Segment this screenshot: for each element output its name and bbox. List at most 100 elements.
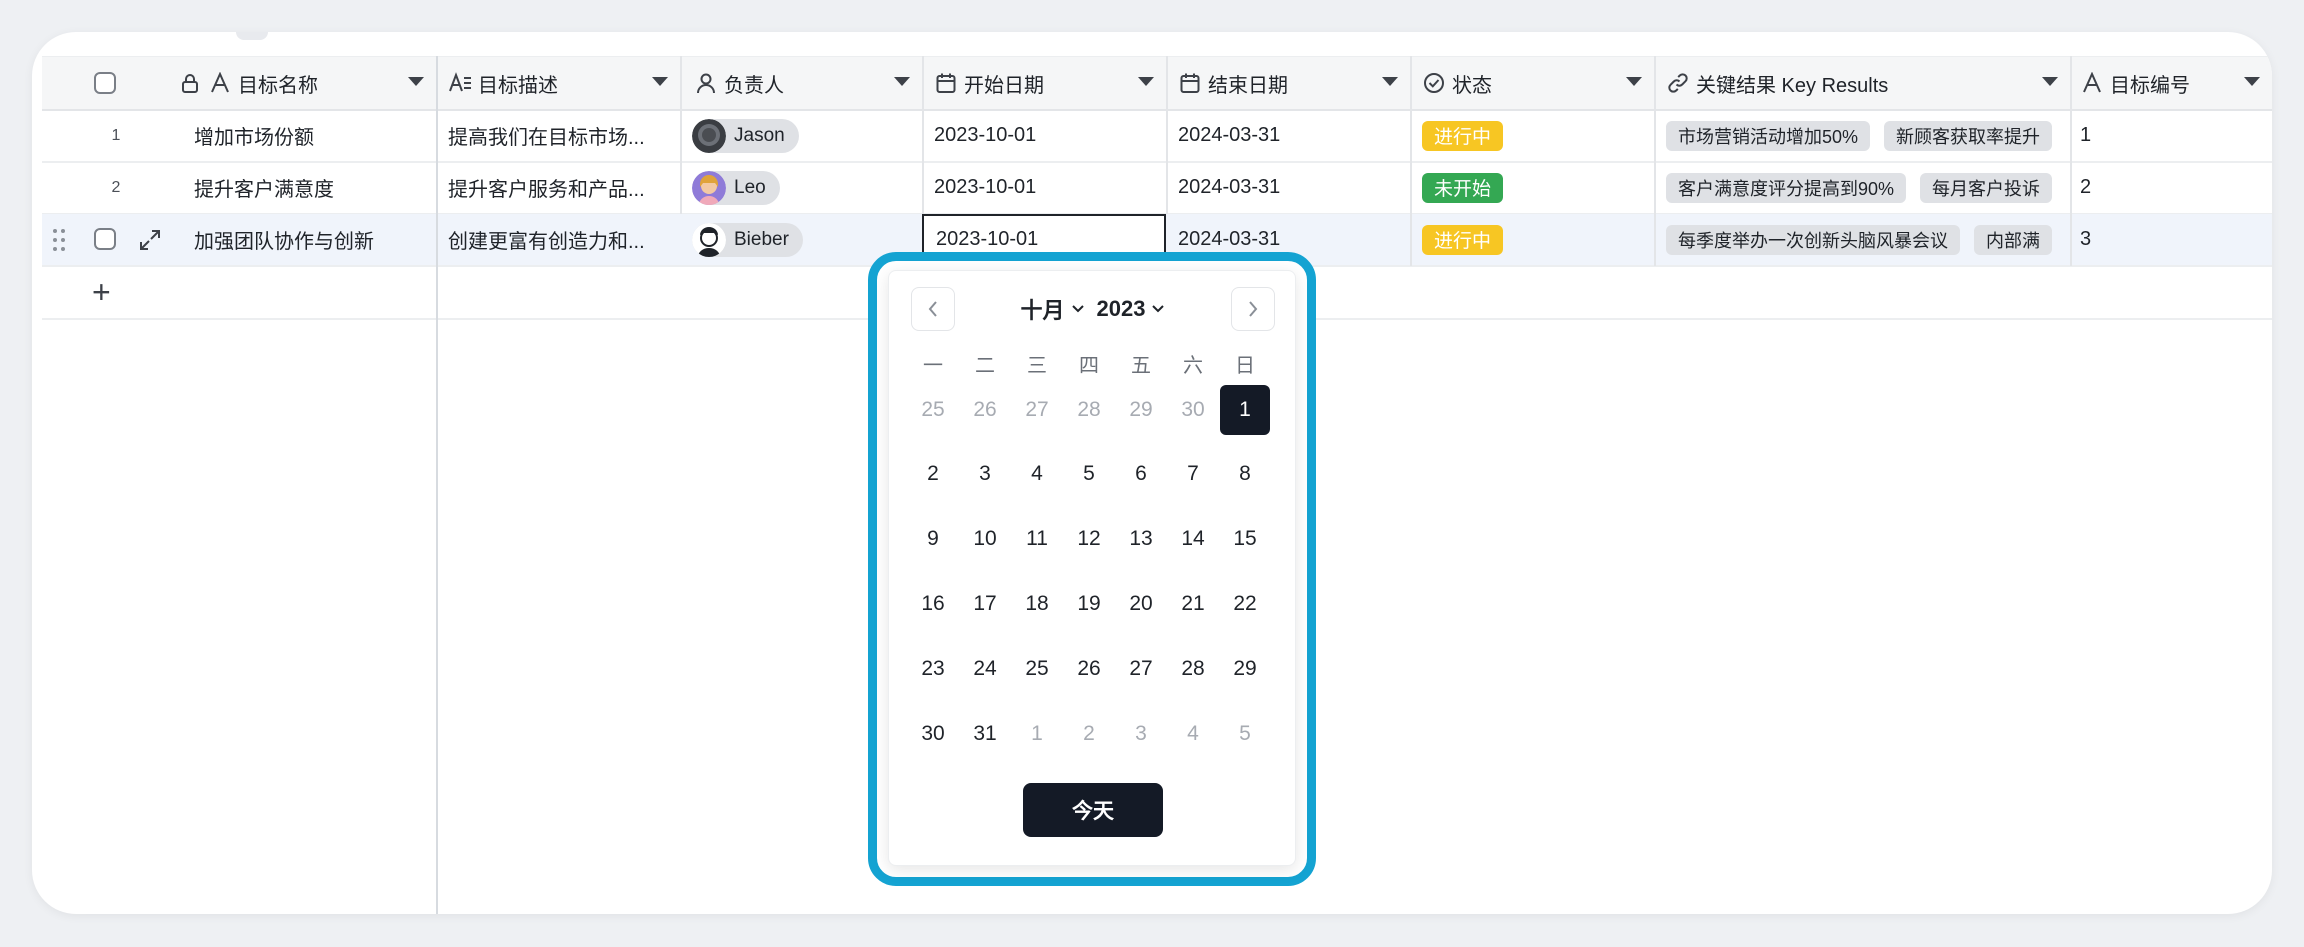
calendar-day[interactable]: 17 (960, 579, 1010, 629)
cell-name[interactable]: 加强团队协作与创新 (178, 214, 436, 265)
calendar-day[interactable]: 6 (1116, 449, 1166, 499)
calendar-day[interactable]: 2 (1064, 709, 1114, 759)
cell-code[interactable]: 1 (2070, 110, 2272, 161)
table-card: 目标名称 目标描述 负责人 开始日期 结束日期 状态 关键结果 Key Resu… (32, 32, 2272, 914)
calendar-day[interactable]: 4 (1012, 449, 1062, 499)
cell-status[interactable]: 未开始 (1410, 162, 1654, 213)
calendar-day[interactable]: 1 (1220, 385, 1270, 435)
calendar-day[interactable]: 5 (1064, 449, 1114, 499)
chevron-down-icon (1152, 305, 1165, 313)
cell-desc[interactable]: 提高我们在目标市场... (436, 110, 680, 161)
calendar-day[interactable]: 29 (1116, 385, 1166, 435)
column-menu-caret[interactable] (2042, 77, 2058, 86)
calendar-day[interactable]: 23 (908, 644, 958, 694)
row-checkbox[interactable] (94, 228, 116, 250)
calendar-day[interactable]: 21 (1168, 579, 1218, 629)
column-header-status[interactable]: 状态 (1410, 57, 1654, 109)
calendar-day[interactable]: 3 (960, 449, 1010, 499)
column-menu-caret[interactable] (894, 77, 910, 86)
calendar-day[interactable]: 20 (1116, 579, 1166, 629)
cell-end-date[interactable]: 2024-03-31 (1166, 110, 1410, 161)
calendar-day[interactable]: 8 (1220, 449, 1270, 499)
calendar-day[interactable]: 27 (1012, 385, 1062, 435)
cell-start-date[interactable]: 2023-10-01 (922, 110, 1166, 161)
person-icon (694, 71, 718, 95)
calendar-day[interactable]: 29 (1220, 644, 1270, 694)
calendar-day[interactable]: 22 (1220, 579, 1270, 629)
calendar-day[interactable]: 13 (1116, 514, 1166, 564)
table-row[interactable]: 1 增加市场份额 提高我们在目标市场... Jason 2023-10-01 2… (42, 110, 2272, 163)
column-menu-caret[interactable] (1138, 77, 1154, 86)
year-select[interactable]: 2023 (1097, 296, 1166, 322)
column-header-end[interactable]: 结束日期 (1166, 57, 1410, 109)
drag-handle-icon[interactable] (52, 228, 66, 258)
cell-owner[interactable]: Leo (680, 162, 922, 213)
link-icon (1666, 71, 1690, 95)
calendar-day[interactable]: 30 (1168, 385, 1218, 435)
cell-desc[interactable]: 创建更富有创造力和... (436, 214, 680, 265)
calendar-day[interactable]: 25 (1012, 644, 1062, 694)
expand-icon[interactable] (138, 228, 162, 258)
cell-status[interactable]: 进行中 (1410, 110, 1654, 161)
column-header-start[interactable]: 开始日期 (922, 57, 1166, 109)
calendar-day[interactable]: 19 (1064, 579, 1114, 629)
calendar-day[interactable]: 26 (960, 385, 1010, 435)
column-menu-caret[interactable] (2244, 77, 2260, 86)
calendar-day[interactable]: 15 (1220, 514, 1270, 564)
cell-owner[interactable]: Jason (680, 110, 922, 161)
cell-results[interactable]: 客户满意度评分提高到90% 每月客户投诉 (1654, 162, 2070, 213)
calendar-icon (934, 71, 958, 95)
calendar-day[interactable]: 28 (1064, 385, 1114, 435)
cell-code[interactable]: 2 (2070, 162, 2272, 213)
calendar-day[interactable]: 4 (1168, 709, 1218, 759)
calendar-day[interactable]: 1 (1012, 709, 1062, 759)
cell-name[interactable]: 增加市场份额 (178, 110, 436, 161)
column-header-desc[interactable]: 目标描述 (436, 57, 680, 109)
calendar-day[interactable]: 16 (908, 579, 958, 629)
month-select[interactable]: 十月 (1021, 293, 1085, 325)
today-button[interactable]: 今天 (1023, 783, 1163, 837)
column-header-name[interactable]: 目标名称 (178, 57, 436, 109)
column-header-owner[interactable]: 负责人 (680, 57, 922, 109)
cell-desc[interactable]: 提升客户服务和产品... (436, 162, 680, 213)
calendar-day[interactable]: 9 (908, 514, 958, 564)
table-row[interactable]: 2 提升客户满意度 提升客户服务和产品... Leo 2023-10-01 20… (42, 162, 2272, 215)
column-menu-caret[interactable] (1382, 77, 1398, 86)
column-header-results[interactable]: 关键结果 Key Results (1654, 57, 2070, 109)
calendar-day[interactable]: 27 (1116, 644, 1166, 694)
owner-chip[interactable]: Bieber (692, 222, 803, 257)
calendar-day[interactable]: 25 (908, 385, 958, 435)
calendar-day[interactable]: 31 (960, 709, 1010, 759)
column-menu-caret[interactable] (408, 77, 424, 86)
column-menu-caret[interactable] (652, 77, 668, 86)
prev-month-button[interactable] (911, 287, 955, 331)
calendar-day[interactable]: 3 (1116, 709, 1166, 759)
cell-end-date[interactable]: 2024-03-31 (1166, 162, 1410, 213)
next-month-button[interactable] (1231, 287, 1275, 331)
calendar-day[interactable]: 18 (1012, 579, 1062, 629)
cell-status[interactable]: 进行中 (1410, 214, 1654, 265)
calendar-day[interactable]: 14 (1168, 514, 1218, 564)
calendar-day[interactable]: 28 (1168, 644, 1218, 694)
select-all-checkbox[interactable] (94, 72, 116, 94)
calendar-day[interactable]: 5 (1220, 709, 1270, 759)
calendar-day[interactable]: 2 (908, 449, 958, 499)
cell-results[interactable]: 市场营销活动增加50% 新顾客获取率提升 (1654, 110, 2070, 161)
calendar-day[interactable]: 12 (1064, 514, 1114, 564)
cell-results[interactable]: 每季度举办一次创新头脑风暴会议 内部满 (1654, 214, 2070, 265)
cell-name[interactable]: 提升客户满意度 (178, 162, 436, 213)
calendar-day[interactable]: 26 (1064, 644, 1114, 694)
calendar-day[interactable]: 11 (1012, 514, 1062, 564)
weekday-label: 四 (1079, 355, 1099, 377)
owner-chip[interactable]: Jason (692, 118, 799, 153)
owner-chip[interactable]: Leo (692, 170, 780, 205)
calendar-day[interactable]: 10 (960, 514, 1010, 564)
calendar-day[interactable]: 30 (908, 709, 958, 759)
calendar-day[interactable]: 7 (1168, 449, 1218, 499)
calendar-day[interactable]: 24 (960, 644, 1010, 694)
cell-start-date[interactable]: 2023-10-01 (922, 162, 1166, 213)
column-menu-caret[interactable] (1626, 77, 1642, 86)
column-header-code[interactable]: 目标编号 (2070, 57, 2272, 109)
add-row-button[interactable]: + (92, 274, 111, 311)
cell-code[interactable]: 3 (2070, 214, 2272, 265)
